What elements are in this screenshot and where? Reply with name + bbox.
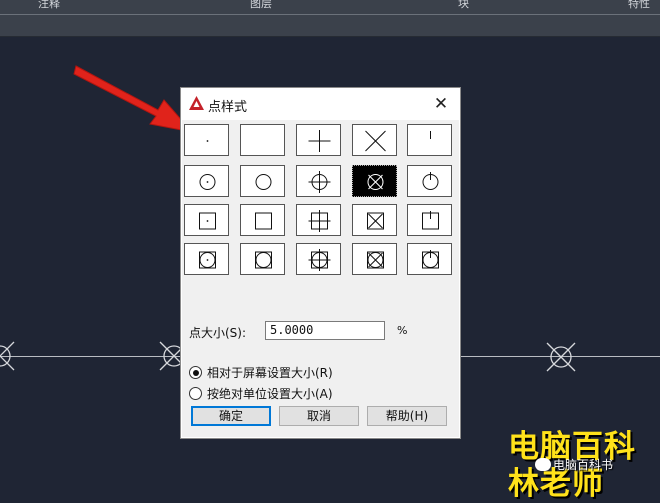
point-size-input[interactable]: 5.0000 <box>265 321 385 340</box>
percent-unit-label: % <box>397 324 408 337</box>
cad-point-x-circle-icon <box>0 341 15 371</box>
point-style-square-dot[interactable] <box>184 204 229 236</box>
point-style-tick[interactable] <box>407 124 452 156</box>
ribbon-divider <box>0 0 660 15</box>
help-button[interactable]: 帮助(H) <box>367 406 447 426</box>
cancel-button[interactable]: 取消 <box>279 406 359 426</box>
point-style-square-dot-icon <box>199 212 216 230</box>
ok-button[interactable]: 确定 <box>191 406 271 426</box>
ribbon-panel-strip: 注释 图层 块 特性 <box>0 0 660 37</box>
point-style-square-plus-icon <box>308 210 331 232</box>
point-style-circle-square-dot-icon <box>199 251 216 269</box>
point-style-circle-square-tick-icon <box>422 250 439 269</box>
point-style-circle-square-icon <box>255 251 272 269</box>
dialog-titlebar[interactable]: 点样式 ✕ <box>181 88 460 120</box>
autocad-app-icon <box>189 96 204 110</box>
point-style-dot-icon <box>206 140 209 142</box>
close-button[interactable]: ✕ <box>430 93 452 115</box>
point-style-x[interactable] <box>352 124 397 156</box>
wechat-icon <box>535 458 551 471</box>
radio-button-checked[interactable] <box>189 366 202 379</box>
point-style-circle-square-dot[interactable] <box>184 243 229 275</box>
point-style-circle-tick[interactable] <box>407 165 452 197</box>
ribbon-tab-annotate[interactable]: 注释 <box>38 0 60 11</box>
point-style-square-plus[interactable] <box>296 204 341 236</box>
point-style-circle-x[interactable] <box>352 165 397 197</box>
point-style-square-x[interactable] <box>352 204 397 236</box>
point-style-plus[interactable] <box>296 124 341 156</box>
point-style-dialog: 点样式 ✕ 点大小(S): 5.0000 % 相对于屏幕设置大小(R) 按绝对单… <box>180 87 461 439</box>
point-style-circle-tick-icon <box>422 172 439 190</box>
watermark-account-name: 电脑百科书 <box>553 458 614 472</box>
ribbon-tab-properties[interactable]: 特性 <box>628 0 650 11</box>
point-style-circle-dot[interactable] <box>184 165 229 197</box>
radio-relative-label: 相对于屏幕设置大小(R) <box>207 366 333 380</box>
point-style-x-icon <box>365 130 386 152</box>
close-icon: ✕ <box>433 94 449 114</box>
point-style-circle-square-plus[interactable] <box>296 243 341 275</box>
point-style-circle-square-x-icon <box>367 251 384 269</box>
point-style-tick-icon <box>430 131 431 139</box>
radio-relative-to-screen[interactable]: 相对于屏幕设置大小(R) <box>189 364 333 381</box>
dialog-title: 点样式 <box>208 100 248 115</box>
point-style-square[interactable] <box>240 204 285 236</box>
ribbon-tab-layers[interactable]: 图层 <box>250 0 272 11</box>
cad-point-x-circle-icon <box>546 342 576 372</box>
point-size-label: 点大小(S): <box>189 326 247 340</box>
point-style-circle-dot-icon <box>199 174 216 190</box>
point-style-circle-plus[interactable] <box>296 165 341 197</box>
radio-absolute-units[interactable]: 按绝对单位设置大小(A) <box>189 385 333 402</box>
radio-button-unchecked[interactable] <box>189 387 202 400</box>
point-style-square-tick-icon <box>422 211 439 230</box>
point-style-circle-square-plus-icon <box>308 249 331 271</box>
point-style-circle-square-tick[interactable] <box>407 243 452 275</box>
ribbon-tab-block[interactable]: 块 <box>458 0 469 11</box>
point-style-circle-square[interactable] <box>240 243 285 275</box>
point-style-circle-x-icon <box>367 174 384 190</box>
point-style-circle-square-x[interactable] <box>352 243 397 275</box>
point-style-circle-icon <box>255 174 272 190</box>
point-style-square-x-icon <box>367 212 384 230</box>
point-style-dot[interactable] <box>184 124 229 156</box>
point-style-circle[interactable] <box>240 165 285 197</box>
point-style-circle-plus-icon <box>308 171 331 193</box>
point-style-square-tick[interactable] <box>407 204 452 236</box>
watermark-account: 电脑百科书 <box>535 456 613 473</box>
point-style-none[interactable] <box>240 124 285 156</box>
radio-absolute-label: 按绝对单位设置大小(A) <box>207 387 333 401</box>
point-style-square-icon <box>255 212 272 230</box>
point-style-none-icon <box>241 125 286 157</box>
point-style-plus-icon <box>308 130 331 152</box>
